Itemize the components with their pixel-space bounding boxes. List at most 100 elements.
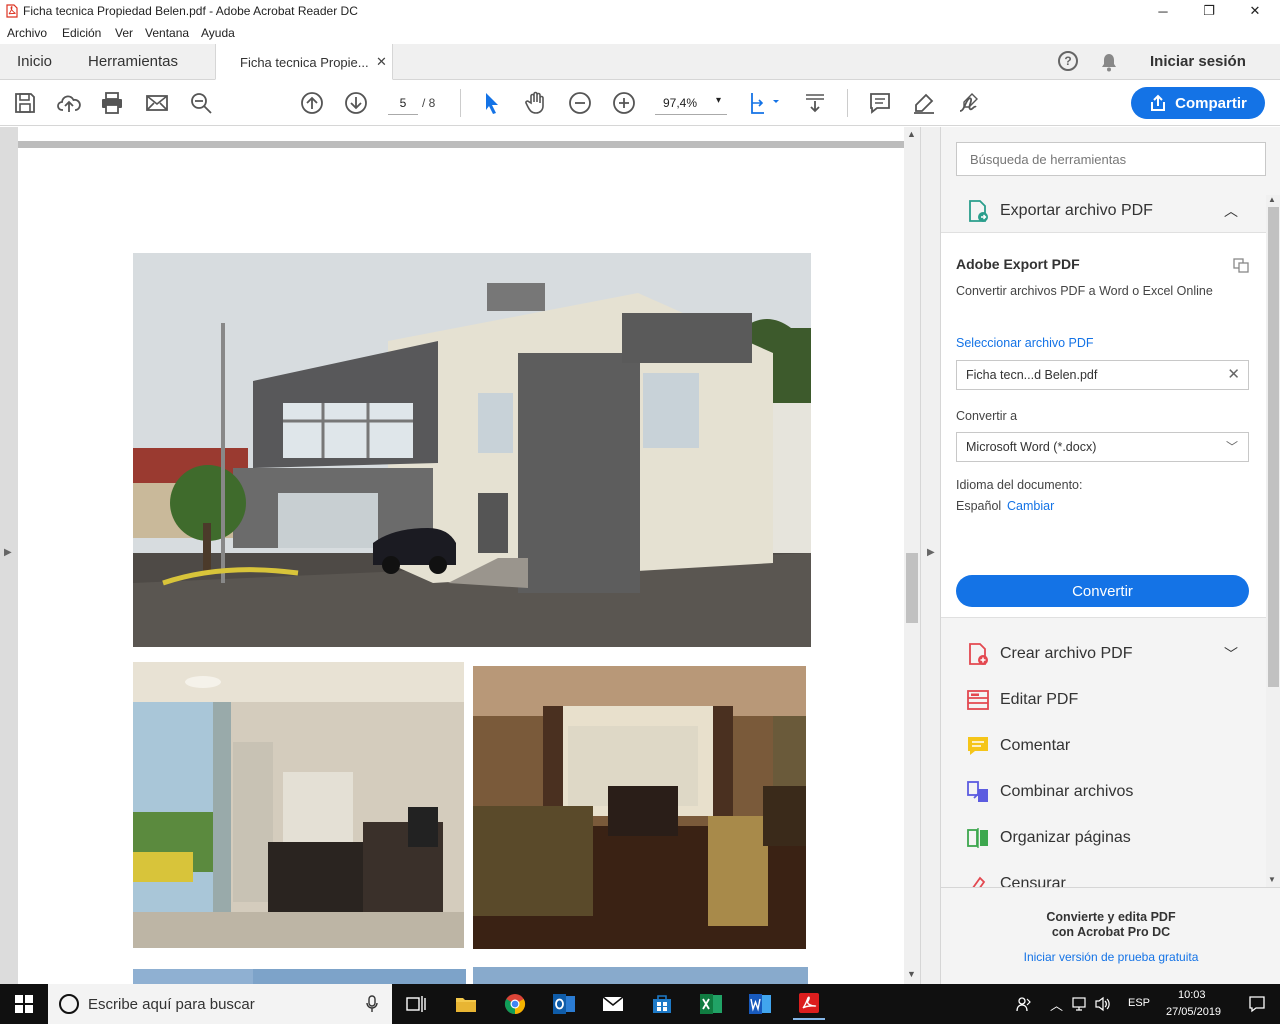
tool-redact[interactable]: Censurar (941, 862, 1266, 890)
microphone-icon[interactable] (366, 995, 378, 1013)
edit-pdf-icon (967, 690, 989, 710)
file-explorer-icon[interactable] (450, 988, 482, 1020)
fit-page-icon[interactable] (748, 91, 782, 115)
menu-archivo[interactable]: Archivo (7, 26, 47, 40)
word-icon[interactable] (744, 988, 776, 1020)
office-interior-photo (133, 662, 464, 948)
scroll-up-icon[interactable]: ▲ (907, 129, 916, 139)
chevron-down-icon[interactable]: ﹀ (1224, 644, 1238, 664)
close-tab-icon[interactable]: ✕ (376, 54, 387, 70)
close-window-button[interactable]: ✕ (1232, 0, 1278, 22)
tool-combine[interactable]: Combinar archivos (941, 770, 1266, 814)
taskbar-search[interactable]: Escribe aquí para buscar (48, 984, 392, 1024)
cortana-icon (59, 994, 79, 1014)
action-center-icon[interactable] (1248, 995, 1266, 1013)
minimize-button[interactable]: ─ (1140, 0, 1186, 22)
volume-icon[interactable] (1094, 996, 1112, 1012)
zoom-out-icon[interactable] (568, 91, 592, 115)
page-number-input[interactable]: 5 (388, 93, 418, 115)
upload-cloud-icon[interactable] (57, 91, 81, 115)
tab-inicio[interactable]: Inicio (17, 53, 52, 70)
show-hidden-icons-icon[interactable]: ︿ (1050, 995, 1063, 1014)
tab-herramientas[interactable]: Herramientas (88, 53, 178, 70)
export-pdf-icon (969, 200, 988, 222)
zoom-in-icon[interactable] (612, 91, 636, 115)
photo-partial (133, 969, 466, 984)
tool-comment-label: Comentar (1000, 737, 1071, 754)
select-file-link[interactable]: Seleccionar archivo PDF (956, 336, 1094, 350)
help-icon[interactable]: ? (1058, 51, 1078, 71)
input-language[interactable]: ESP (1128, 997, 1150, 1009)
email-icon[interactable] (145, 91, 169, 115)
zoom-level-select[interactable]: 97,4% ▾ (655, 93, 727, 115)
share-button[interactable]: Compartir (1131, 87, 1265, 119)
tool-comment[interactable]: Comentar (941, 724, 1266, 768)
select-cursor-icon[interactable] (480, 91, 504, 115)
tool-organize[interactable]: Organizar páginas (941, 816, 1266, 860)
pane-scrollbar[interactable]: ▲ ▼ (1266, 195, 1280, 890)
title-bar: Ficha tecnica Propiedad Belen.pdf - Adob… (0, 0, 1280, 22)
manage-account-icon[interactable] (1232, 256, 1250, 274)
clock-date[interactable]: 27/05/2019 (1166, 1006, 1221, 1018)
export-pdf-header[interactable]: Exportar archivo PDF ︿ (941, 189, 1266, 235)
clock-time[interactable]: 10:03 (1178, 989, 1206, 1001)
chevron-up-icon[interactable]: ︿ (1224, 201, 1238, 221)
sign-in-button[interactable]: Iniciar sesión (1150, 53, 1246, 70)
highlight-pen-icon[interactable] (912, 91, 936, 115)
chrome-icon[interactable] (499, 988, 531, 1020)
menu-edicion[interactable]: Edición (62, 26, 101, 40)
scroll-down-icon[interactable]: ▼ (907, 969, 916, 979)
selected-file-field[interactable]: Ficha tecn...d Belen.pdf ✕ (956, 360, 1249, 390)
zoom-level-value: 97,4% (663, 96, 698, 110)
windows-taskbar: Escribe aquí para buscar ︿ ESP 10:03 27/… (0, 984, 1280, 1024)
tab-document[interactable]: Ficha tecnica Propie... ✕ (215, 44, 393, 80)
tools-list: Crear archivo PDF ﹀ Editar PDF Comentar … (941, 632, 1266, 890)
tool-search-input[interactable]: Búsqueda de herramientas (956, 142, 1266, 176)
comment-icon[interactable] (868, 91, 892, 115)
print-icon[interactable] (100, 91, 124, 115)
outlook-icon[interactable] (548, 988, 580, 1020)
menu-ayuda[interactable]: Ayuda (201, 26, 235, 40)
pane-scrollbar-thumb[interactable] (1268, 207, 1279, 687)
collapse-pane-icon[interactable]: ▶ (927, 547, 935, 558)
sign-icon[interactable] (956, 91, 980, 115)
scrollbar-thumb[interactable] (906, 553, 918, 623)
document-scrollbar[interactable]: ▲ ▼ (904, 127, 920, 984)
left-panel-expand-icon[interactable]: ▶ (4, 547, 12, 558)
tool-edit-pdf[interactable]: Editar PDF (941, 678, 1266, 722)
acrobat-app-icon (6, 4, 18, 18)
document-viewport[interactable]: ▶ ▲ ▼ (0, 127, 920, 984)
scroll-up-icon[interactable]: ▲ (1268, 195, 1276, 204)
clear-file-icon[interactable]: ✕ (1227, 365, 1240, 383)
change-language-link[interactable]: Cambiar (1007, 499, 1054, 513)
search-zoom-icon[interactable] (189, 91, 213, 115)
menu-ver[interactable]: Ver (115, 26, 133, 40)
photo-partial (473, 967, 808, 984)
maximize-button[interactable]: ❐ (1186, 0, 1232, 22)
windows-logo-icon (15, 995, 33, 1013)
page-up-icon[interactable] (300, 91, 324, 115)
living-room-photo (473, 666, 806, 949)
task-view-icon[interactable] (400, 988, 432, 1020)
mail-icon[interactable] (597, 988, 629, 1020)
convert-button[interactable]: Convertir (956, 575, 1249, 607)
free-trial-link[interactable]: Iniciar versión de prueba gratuita (941, 950, 1280, 964)
save-icon[interactable] (13, 91, 37, 115)
network-icon[interactable] (1072, 996, 1088, 1012)
export-title: Adobe Export PDF (956, 256, 1080, 272)
people-icon[interactable] (1016, 996, 1032, 1012)
notifications-bell-icon[interactable] (1100, 52, 1118, 72)
menu-ventana[interactable]: Ventana (145, 26, 189, 40)
acrobat-taskbar-icon[interactable] (793, 988, 825, 1020)
tab-bar: Inicio Herramientas Ficha tecnica Propie… (0, 44, 1280, 80)
scroll-mode-icon[interactable] (803, 91, 827, 115)
tool-create-pdf[interactable]: Crear archivo PDF ﹀ (941, 632, 1266, 676)
start-button[interactable] (0, 984, 48, 1024)
format-select[interactable]: Microsoft Word (*.docx) ﹀ (956, 432, 1249, 462)
right-pane-toggle[interactable]: ▶ (920, 127, 940, 984)
hand-tool-icon[interactable] (524, 91, 548, 115)
page-down-icon[interactable] (344, 91, 368, 115)
excel-icon[interactable] (695, 988, 727, 1020)
store-icon[interactable] (646, 988, 678, 1020)
scroll-down-icon[interactable]: ▼ (1268, 875, 1276, 884)
